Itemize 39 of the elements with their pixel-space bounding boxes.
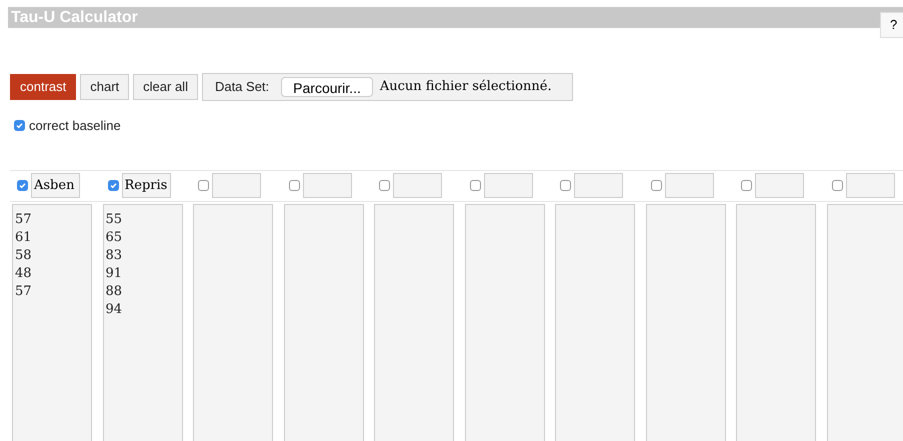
file-status: Aucun fichier sélectionné. xyxy=(380,78,552,96)
checkbox[interactable] xyxy=(108,180,118,191)
column-name-field[interactable] xyxy=(393,173,442,198)
values-field[interactable]: 55 65 83 91 88 94 xyxy=(102,204,182,441)
column-name-field[interactable] xyxy=(212,173,261,198)
values-field[interactable] xyxy=(646,204,726,441)
values-field[interactable] xyxy=(736,204,816,441)
column-name-field[interactable] xyxy=(664,173,714,198)
data-set-label: Data Set: xyxy=(214,78,270,96)
values-field[interactable] xyxy=(826,204,903,441)
checkbox[interactable] xyxy=(379,180,390,191)
checkbox[interactable] xyxy=(650,180,662,191)
toolbar-button[interactable]: clear all xyxy=(133,74,198,100)
column-name-field[interactable] xyxy=(484,173,532,198)
help-button[interactable]: ? xyxy=(880,12,903,38)
checkbox[interactable] xyxy=(14,120,25,132)
checkbox[interactable] xyxy=(560,180,571,191)
browse-button[interactable]: Parcourir... xyxy=(281,77,373,97)
values-field[interactable] xyxy=(374,204,454,441)
checkbox[interactable] xyxy=(470,180,480,191)
toolbar-button[interactable]: chart xyxy=(80,74,130,100)
values-field[interactable] xyxy=(555,204,635,441)
values-field[interactable] xyxy=(284,204,364,441)
checkbox[interactable] xyxy=(288,180,300,191)
checkbox[interactable] xyxy=(198,180,209,191)
column-name-field[interactable]: Repris xyxy=(122,173,170,198)
checkbox-label: correct baseline xyxy=(29,117,121,135)
column-name-field[interactable] xyxy=(755,173,804,198)
column-name-field[interactable] xyxy=(574,173,623,198)
toolbar-button[interactable]: contrast xyxy=(10,74,76,100)
column-name-field[interactable] xyxy=(302,173,352,198)
checkbox[interactable] xyxy=(741,180,752,191)
column-name-field[interactable] xyxy=(846,173,894,198)
values-field[interactable] xyxy=(193,204,273,441)
checkbox[interactable] xyxy=(17,180,28,191)
values-field[interactable] xyxy=(464,204,544,441)
column-name-field[interactable]: Asben xyxy=(31,173,80,198)
checkbox[interactable] xyxy=(832,180,842,191)
values-field[interactable]: 57 61 58 48 57 xyxy=(12,204,92,441)
